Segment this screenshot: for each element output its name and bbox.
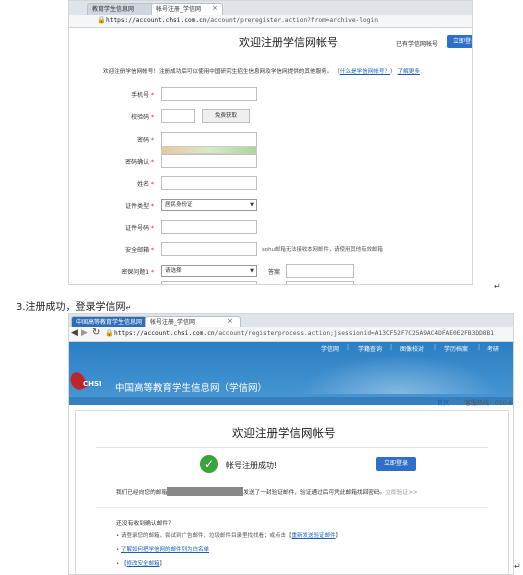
dropdown-arrow-icon: ▼ <box>250 202 254 208</box>
password-confirm-input[interactable] <box>161 154 257 168</box>
close-icon[interactable]: × <box>212 3 218 14</box>
id-number-label: 证件号码 * <box>125 225 154 232</box>
header-scene <box>299 354 499 394</box>
verify-now-link[interactable]: 立即验证>> <box>385 490 417 496</box>
address-bar[interactable]: ◀ ▶ ↻ 🔒 https://account.chsi.com.cn/acco… <box>69 327 513 342</box>
nav-item-image-check[interactable]: 图像校对 <box>400 344 424 353</box>
chsi-logo[interactable]: CHSI <box>69 369 109 394</box>
lock-icon: 🔒 <box>105 329 114 337</box>
nav-item-archive[interactable]: 学历档案 <box>444 344 468 353</box>
resend-email-link[interactable]: 重新发送验证邮件 <box>292 533 336 539</box>
change-email-link[interactable]: 修改安全邮箱 <box>127 561 160 567</box>
tab-bar: 中国高等教育学生信息网 帐号注册_学信网 × <box>69 314 513 329</box>
step-caption: 3.注册成功，登录学信网↵ <box>16 302 132 313</box>
masked-email <box>167 487 244 496</box>
nav-sep: | <box>478 344 481 351</box>
learn-more-link[interactable]: 了解更多 <box>398 69 420 75</box>
password-label: 密码 * <box>137 137 154 144</box>
name-label: 姓名 * <box>137 181 154 188</box>
tip-item: • 了解如何把学信网的邮件列为白名单 <box>116 547 210 553</box>
password-strength-bar <box>161 146 257 154</box>
security-question-select[interactable]: 请选择 ▼ <box>161 265 257 277</box>
lock-icon: 🔒 <box>97 16 106 24</box>
site-header: 学信网 | 学籍查询 | 图像校对 | 学历档案 | 考研 CHSI 中国高等教… <box>69 342 513 405</box>
login-button[interactable]: 立即登录 <box>376 457 416 471</box>
answer-input[interactable] <box>286 264 354 278</box>
login-button[interactable]: 立即登录 <box>447 35 472 48</box>
intro-text: 欢迎注册学信网帐号！注册成功后可以使用中国研究生招生信息网及学信网提供的其他服务… <box>103 69 420 75</box>
email-input[interactable] <box>161 242 257 256</box>
email-label: 安全邮箱 * <box>125 247 154 254</box>
tip-item: • 请登录您的邮箱，尝试到广告邮件、垃圾邮件目录里找找看；或点击【重新发送验证邮… <box>116 533 342 539</box>
next-answer-input-partial[interactable] <box>286 281 354 284</box>
tab-label: 帐号注册_学信网 <box>156 6 202 13</box>
verify-code-label: 校验码 * <box>131 114 154 121</box>
tip-item: • 【修改安全邮箱】 <box>116 561 166 567</box>
tab-label: 教育学生信息网 <box>92 6 135 13</box>
nav-sep: | <box>434 344 437 351</box>
dropdown-arrow-icon: ▼ <box>250 268 254 274</box>
next-row-input-partial[interactable] <box>161 281 257 284</box>
have-account-text: 已有学信网帐号 <box>396 41 439 48</box>
tab-bar: 教育学生信息网 帐号注册_学信网 × <box>69 1 472 16</box>
content-card: 欢迎注册学信网帐号 ✓ 帐号注册成功! 立即登录 我们已经向您的邮箱 发送了一封验… <box>75 410 509 574</box>
address-bar[interactable]: 🔒 https://account.chsi.com.cn/account/pr… <box>69 15 472 28</box>
answer-label: 答案 <box>268 269 281 276</box>
nav-item-kaoyan[interactable]: 考研 <box>487 344 499 353</box>
bottom-screenshot: 中国高等教育学生信息网 帐号注册_学信网 × ◀ ▶ ↻ 🔒 https://a… <box>68 313 514 575</box>
what-is-account-link[interactable]: 什么是学信网帐号？ <box>340 69 390 75</box>
success-message: 帐号注册成功! <box>226 461 278 470</box>
tab-label: 帐号注册_学信网 <box>150 319 196 326</box>
divider <box>96 447 488 448</box>
whitelist-link[interactable]: 了解如何把学信网的邮件列为白名单 <box>121 547 209 553</box>
back-icon[interactable]: ◀ <box>71 328 78 338</box>
url-text[interactable]: https://account.chsi.com.cn/account/regi… <box>114 329 494 338</box>
email-sent-text: 我们已经向您的邮箱 发送了一封验证邮件，验证通过后可凭此邮箱找回密码。立即验证>> <box>116 487 418 496</box>
paragraph-mark: ↵ <box>514 562 521 571</box>
nav-sep: | <box>347 344 350 351</box>
sub-nav-home[interactable]: 首页 <box>437 398 449 407</box>
reload-icon[interactable]: ↻ <box>92 327 100 338</box>
nav-item-xueji[interactable]: 学籍查询 <box>358 344 382 353</box>
page-title: 欢迎注册学信网帐号 <box>232 426 336 440</box>
get-code-button[interactable]: 免费获取 <box>202 109 250 123</box>
divider <box>96 507 488 508</box>
email-hint: sohu邮箱无法接收本网邮件，请使用其他有效邮箱 <box>262 247 383 253</box>
close-icon[interactable]: × <box>227 316 233 327</box>
sub-nav-hotline: 客服热线：010-6 <box>465 400 513 407</box>
tab-label: 中国高等教育学生信息网 <box>76 319 143 326</box>
url-text[interactable]: https://account.chsi.com.cn/account/prer… <box>106 16 378 25</box>
id-type-select[interactable]: 居民身份证 ▼ <box>161 199 257 211</box>
top-screenshot: 教育学生信息网 帐号注册_学信网 × 🔒 https://account.chs… <box>68 0 473 285</box>
id-number-input[interactable] <box>161 220 257 234</box>
success-check-icon: ✓ <box>200 455 218 473</box>
phone-label: 手机号 * <box>131 92 154 99</box>
nav-sep: | <box>390 344 393 351</box>
paragraph-mark: ↵ <box>494 282 501 291</box>
name-input[interactable] <box>161 176 257 190</box>
security-question-label: 密保问题1 * <box>121 269 154 276</box>
password-input[interactable] <box>161 132 257 146</box>
forward-icon[interactable]: ▶ <box>81 328 88 338</box>
id-type-label: 证件类型 * <box>125 203 154 210</box>
nav-item-chsi[interactable]: 学信网 <box>321 344 339 353</box>
page-title: 欢迎注册学信网帐号 <box>239 36 338 49</box>
site-title: 中国高等教育学生信息网（学信网） <box>115 383 268 394</box>
password-confirm-label: 密码确认 * <box>125 159 154 166</box>
not-received-title: 还没有收到确认邮件？ <box>116 521 174 527</box>
verify-code-input[interactable] <box>161 109 195 123</box>
phone-input[interactable] <box>161 87 257 101</box>
